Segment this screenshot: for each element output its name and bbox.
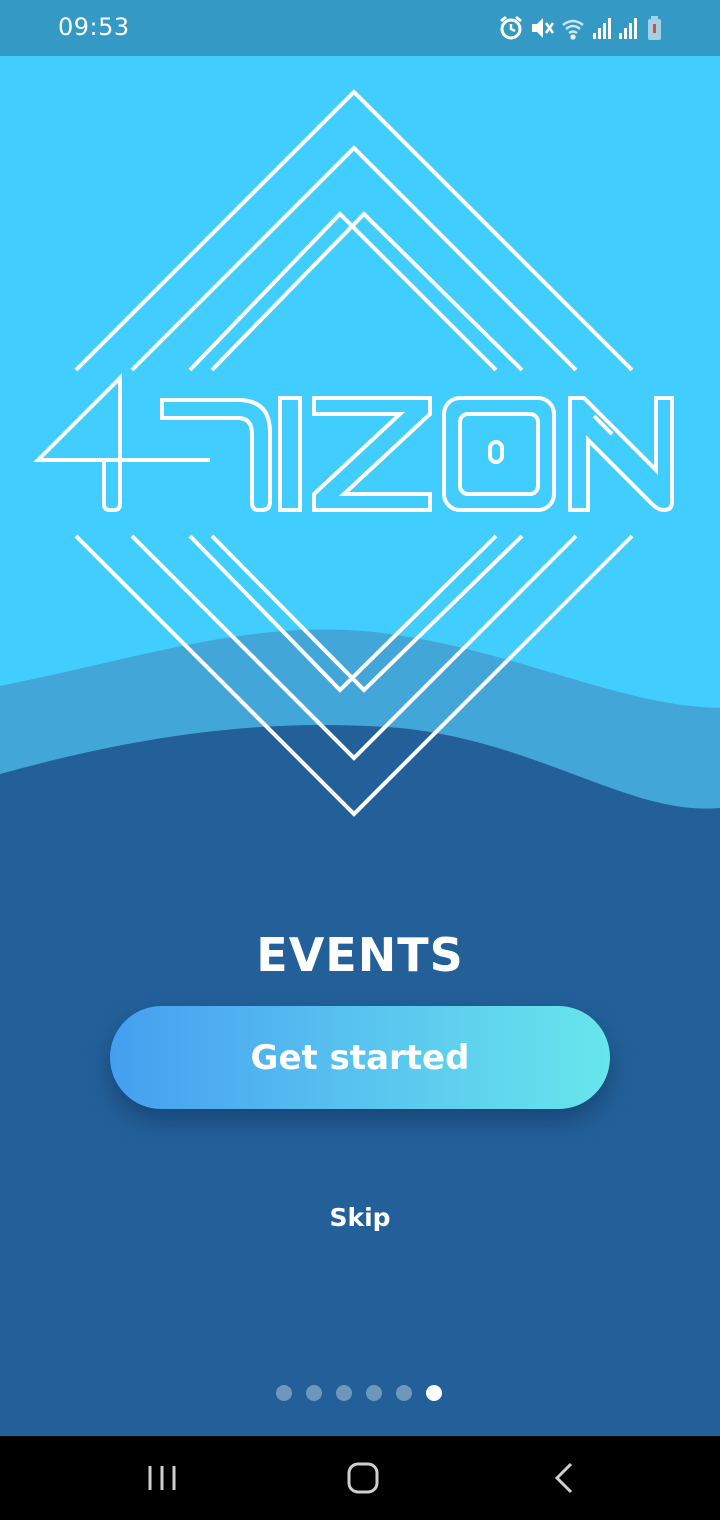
page-indicator [276, 1385, 442, 1401]
mute-icon [532, 18, 555, 38]
page-dot[interactable] [396, 1385, 412, 1401]
page-dot-active[interactable] [426, 1385, 442, 1401]
system-nav-bar [0, 1436, 720, 1520]
onboarding-title: EVENTS [256, 928, 464, 982]
get-started-button[interactable]: Get started [110, 1006, 610, 1109]
page-dot[interactable] [276, 1385, 292, 1401]
home-icon[interactable] [343, 1458, 383, 1498]
battery-low-icon [648, 16, 661, 40]
alarm-icon [500, 16, 522, 40]
back-icon[interactable] [545, 1458, 585, 1498]
arizon-logo [33, 89, 674, 817]
diamond-lines-icon [74, 89, 634, 817]
signal-icon [593, 18, 611, 39]
status-bar: 09:53 [0, 0, 720, 56]
page-dot[interactable] [336, 1385, 352, 1401]
skip-link[interactable]: Skip [0, 1203, 720, 1232]
recent-apps-icon[interactable] [142, 1458, 182, 1498]
arizon-wordmark [33, 373, 674, 513]
page-dot[interactable] [366, 1385, 382, 1401]
signal-icon-2 [619, 18, 637, 39]
status-time: 09:53 [58, 13, 130, 41]
page-dot[interactable] [306, 1385, 322, 1401]
wifi-icon [562, 19, 584, 40]
status-icons [500, 16, 661, 40]
